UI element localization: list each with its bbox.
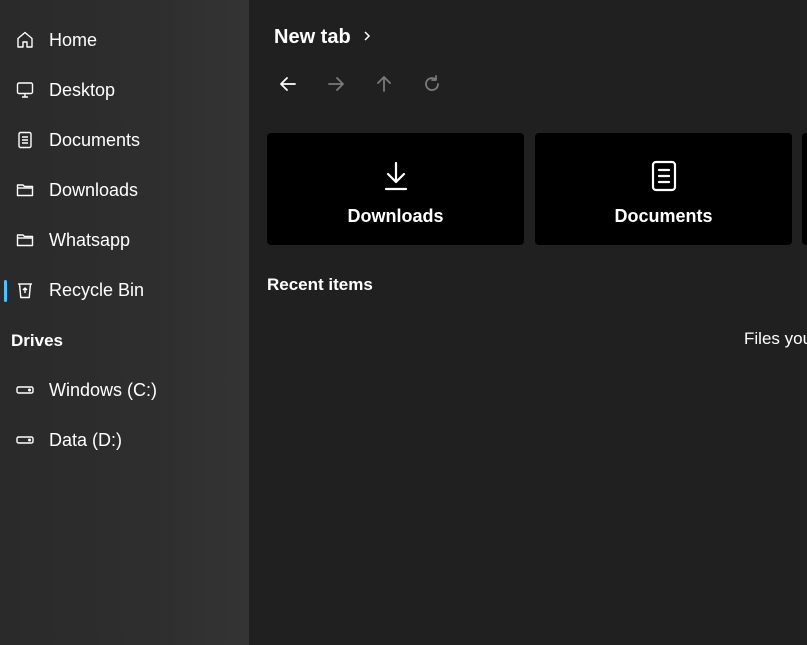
sidebar-item-downloads[interactable]: Downloads <box>0 170 249 210</box>
arrow-right-icon <box>326 74 346 99</box>
up-button[interactable] <box>370 72 398 100</box>
refresh-button[interactable] <box>418 72 446 100</box>
document-icon <box>15 130 35 150</box>
sidebar-item-drive-c[interactable]: Windows (C:) <box>0 370 249 410</box>
folder-icon <box>15 230 35 250</box>
breadcrumb: New tab <box>274 26 373 49</box>
quick-access-card-partial[interactable] <box>802 133 807 245</box>
sidebar-item-recycle-bin[interactable]: Recycle Bin <box>0 270 249 310</box>
recent-empty-message: Files you <box>744 329 807 348</box>
sidebar-item-desktop[interactable]: Desktop <box>0 70 249 110</box>
forward-button[interactable] <box>322 72 350 100</box>
folder-icon <box>15 180 35 200</box>
back-button[interactable] <box>274 72 302 100</box>
quick-access-card-downloads[interactable]: Downloads <box>267 133 524 245</box>
sidebar-item-label: Windows (C:) <box>49 379 158 400</box>
sidebar-item-label: Documents <box>49 129 141 150</box>
arrow-up-icon <box>374 74 394 99</box>
card-label: Documents <box>614 206 713 226</box>
file-explorer-window: Home Desktop Documents Downloads Whatsap… <box>0 0 807 645</box>
recent-items-header[interactable]: Recent items <box>267 275 373 295</box>
sidebar-item-label: Desktop <box>49 79 116 100</box>
sidebar-item-label: Data (D:) <box>49 429 123 450</box>
download-icon <box>380 159 412 193</box>
refresh-icon <box>422 74 442 99</box>
breadcrumb-current[interactable]: New tab <box>274 26 351 49</box>
quick-access-card-documents[interactable]: Documents <box>535 133 792 245</box>
desktop-icon <box>15 80 35 100</box>
active-indicator <box>4 280 7 302</box>
sidebar-item-label: Whatsapp <box>49 229 131 250</box>
sidebar-item-home[interactable]: Home <box>0 20 249 60</box>
sidebar-item-label: Downloads <box>49 179 139 200</box>
main-content: New tab Downloads Documents Recent items… <box>249 0 807 645</box>
sidebar-item-label: Home <box>49 29 98 50</box>
card-label: Downloads <box>347 206 444 226</box>
drive-icon <box>15 430 35 450</box>
drives-section-header[interactable]: Drives <box>11 331 63 351</box>
sidebar-item-documents[interactable]: Documents <box>0 120 249 160</box>
document-icon <box>648 159 680 193</box>
sidebar-item-drive-d[interactable]: Data (D:) <box>0 420 249 460</box>
sidebar-item-label: Recycle Bin <box>49 279 145 300</box>
chevron-right-icon[interactable] <box>361 29 373 47</box>
sidebar-item-whatsapp[interactable]: Whatsapp <box>0 220 249 260</box>
drive-icon <box>15 380 35 400</box>
sidebar: Home Desktop Documents Downloads Whatsap… <box>0 0 249 645</box>
arrow-left-icon <box>278 74 298 99</box>
recycle-bin-icon <box>15 280 35 300</box>
home-icon <box>15 30 35 50</box>
